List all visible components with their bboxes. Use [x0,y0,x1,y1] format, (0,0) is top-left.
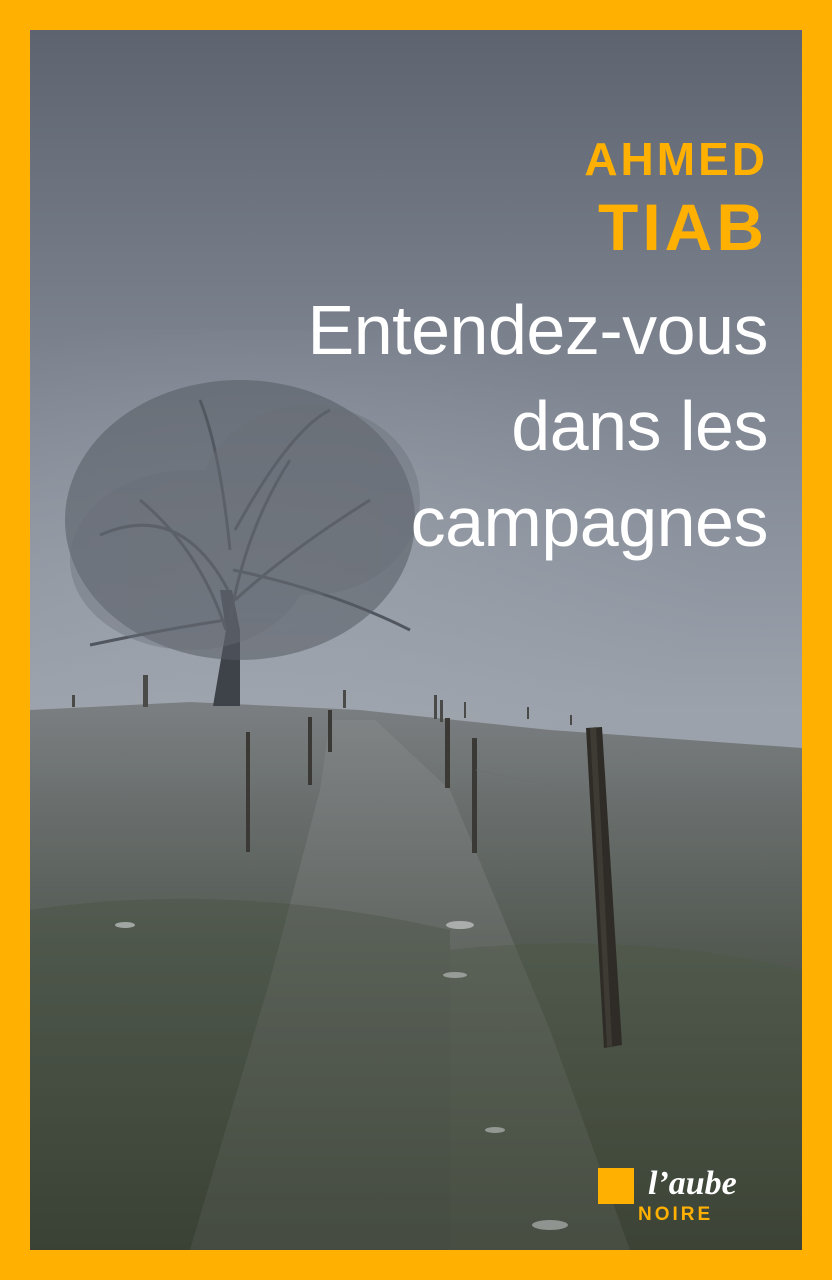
publisher-logo: l’aube NOIRE [598,1162,778,1232]
book-title-line: Entendez-vous [307,291,769,369]
publisher-name: l’aube [648,1165,737,1202]
publisher-square-icon [598,1168,634,1204]
book-title: Entendez-vous dans les campagnes [168,282,769,570]
book-title-line: campagnes [410,483,769,561]
publisher-collection: NOIRE [638,1204,714,1225]
book-cover: AHMED TIAB Entendez-vous dans les campag… [0,0,832,1280]
book-title-line: dans les [511,387,768,465]
author-last-name: TIAB [598,190,768,264]
author-first-name: AHMED [584,133,768,185]
